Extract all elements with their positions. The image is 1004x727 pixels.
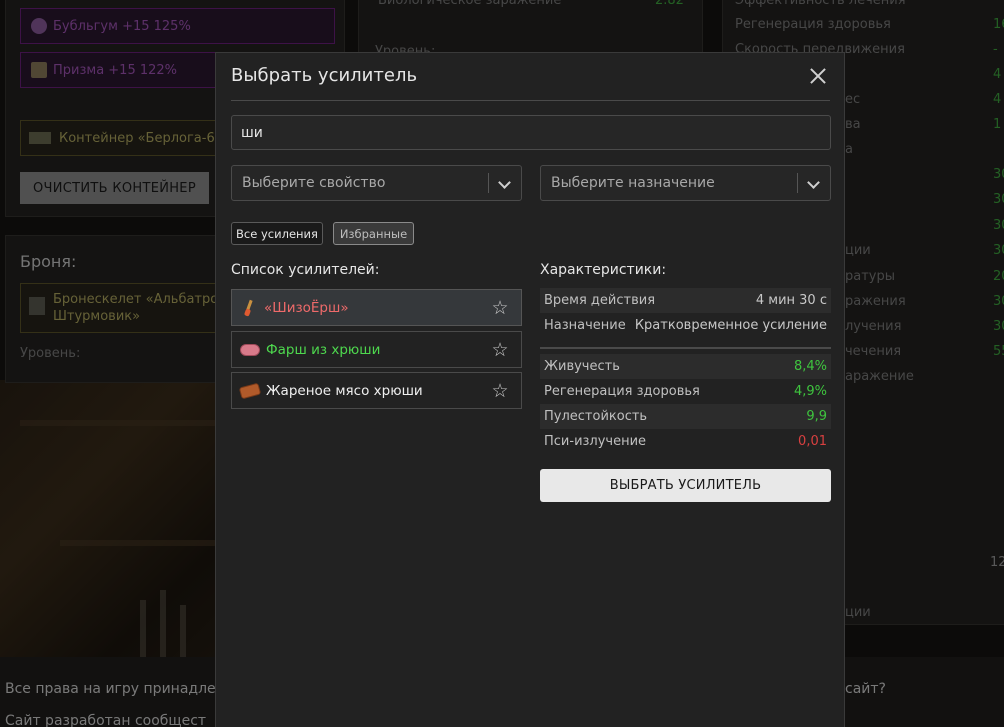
divider	[540, 347, 831, 349]
info-value: Кратковременное усиление	[634, 318, 827, 333]
stat-label: Пулестойкость	[544, 409, 648, 424]
info-label: Назначение	[544, 318, 626, 333]
modal-title: Выбрать усилитель	[231, 65, 418, 86]
stat-row: Пси-излучение 0,01	[540, 429, 831, 454]
stat-row: Пулестойкость 9,9	[540, 404, 831, 429]
tab-all-boosts[interactable]: Все усиления	[231, 222, 323, 245]
boost-label: «ШизоЁрш»	[264, 299, 349, 316]
stat-value: 0,01	[798, 434, 827, 449]
stat-row: Живучесть 8,4%	[540, 354, 831, 379]
purpose-select[interactable]: Выберите назначение	[540, 165, 831, 201]
search-input[interactable]	[231, 115, 831, 150]
chevron-down-icon[interactable]	[798, 166, 830, 200]
star-icon[interactable]: ☆	[489, 339, 511, 361]
chevron-down-icon[interactable]	[489, 166, 521, 200]
boost-label: Жареное мясо хрюши	[266, 382, 423, 399]
select-booster-modal: Выбрать усилитель Выберите свойство Выбе…	[215, 52, 845, 727]
boost-label: Фарш из хрюши	[266, 341, 381, 358]
stat-value: 4,9%	[793, 384, 827, 399]
brush-icon	[240, 299, 258, 317]
boost-item[interactable]: «ШизоЁрш» ☆	[231, 289, 522, 326]
mince-icon	[240, 343, 260, 356]
tab-favorites[interactable]: Избранные	[333, 222, 414, 245]
divider	[231, 100, 830, 101]
stat-row: Регенерация здоровья 4,9%	[540, 379, 831, 404]
meat-icon	[238, 382, 262, 399]
close-icon[interactable]	[808, 66, 828, 86]
stat-label: Регенерация здоровья	[544, 384, 700, 399]
info-row: Время действия 4 мин 30 с	[540, 288, 831, 313]
select-booster-button[interactable]: ВЫБРАТЬ УСИЛИТЕЛЬ	[540, 469, 831, 502]
star-icon[interactable]: ☆	[489, 297, 511, 319]
boost-item[interactable]: Фарш из хрюши ☆	[231, 331, 522, 368]
purpose-select-text: Выберите назначение	[551, 175, 715, 191]
boost-list-title: Список усилителей:	[231, 262, 380, 278]
stat-label: Пси-излучение	[544, 434, 647, 449]
info-row: Назначение Кратковременное усиление	[540, 313, 831, 338]
info-label: Время действия	[544, 293, 656, 308]
stat-value: 8,4%	[793, 359, 827, 374]
stat-value: 9,9	[806, 409, 827, 424]
stat-label: Живучесть	[544, 359, 620, 374]
property-select-text: Выберите свойство	[242, 175, 386, 191]
star-icon[interactable]: ☆	[489, 380, 511, 402]
stats-title: Характеристики:	[540, 262, 667, 278]
boost-item[interactable]: Жареное мясо хрюши ☆	[231, 372, 522, 409]
property-select[interactable]: Выберите свойство	[231, 165, 522, 201]
info-value: 4 мин 30 с	[755, 293, 827, 308]
